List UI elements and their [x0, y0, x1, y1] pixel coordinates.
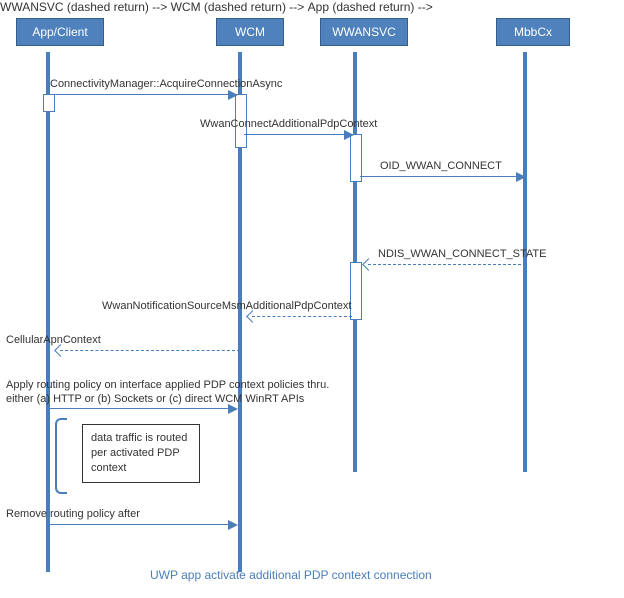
participant-wcm: WCM — [216, 18, 284, 46]
msg-label: ConnectivityManager::AcquireConnectionAs… — [50, 78, 282, 90]
participant-mbbcx: MbbCx — [496, 18, 570, 46]
msg-wwan-notification-source: WwanNotificationSourceMsmAdditionalPdpCo… — [242, 300, 354, 320]
msg-label: NDIS_WWAN_CONNECT_STATE — [378, 248, 546, 260]
msg-apply-routing — [50, 392, 240, 412]
diagram-caption: UWP app activate additional PDP context … — [150, 568, 432, 582]
msg-ndis-wwan-connect-state: NDIS_WWAN_CONNECT_STATE — [358, 248, 526, 268]
sequence-diagram: App/Client WCM WWANSVC MbbCx Connectivit… — [0, 0, 624, 598]
note-data-traffic: data traffic is routed per activated PDP… — [82, 424, 200, 483]
msg-label: CellularApnContext — [6, 334, 101, 346]
msg-cellular-apn-context: CellularApnContext — [50, 334, 240, 354]
participant-wwansvc: WWANSVC — [320, 18, 408, 46]
msg-label: WwanNotificationSourceMsmAdditionalPdpCo… — [102, 300, 351, 312]
msg-remove-routing: Remove routing policy after — [50, 508, 240, 528]
participant-app: App/Client — [16, 18, 104, 46]
msg-acquire-connection: ConnectivityManager::AcquireConnectionAs… — [50, 78, 240, 98]
lifeline-app — [46, 52, 50, 572]
msg-label: OID_WWAN_CONNECT — [380, 160, 502, 172]
msg-apply-routing-label-1: Apply routing policy on interface applie… — [6, 378, 329, 393]
msg-label: Remove routing policy after — [6, 508, 140, 520]
msg-wwan-connect-additional: WwanConnectAdditionalPdpContext — [244, 118, 356, 138]
brace-icon — [55, 418, 67, 494]
msg-oid-wwan-connect: OID_WWAN_CONNECT — [360, 160, 528, 180]
msg-label: WwanConnectAdditionalPdpContext — [200, 118, 377, 130]
